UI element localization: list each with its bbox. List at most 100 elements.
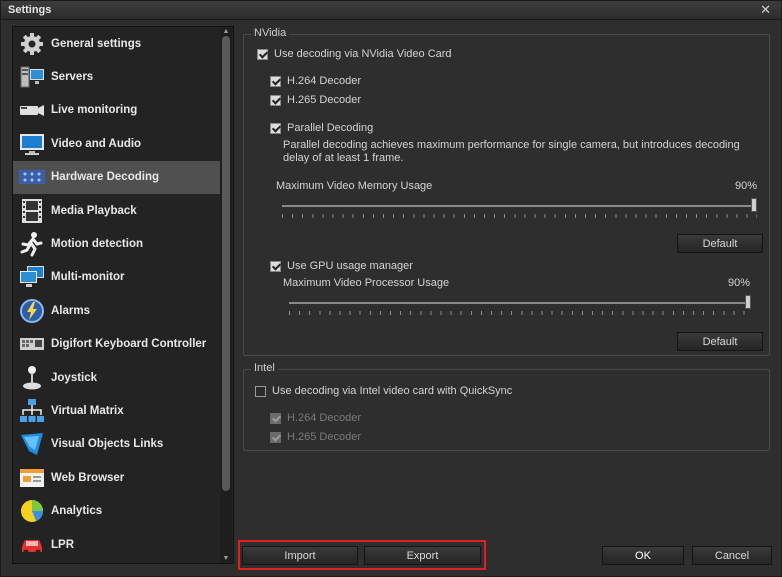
default-processor-button[interactable]: Default — [677, 332, 763, 351]
sidebar-item-label: Visual Objects Links — [51, 438, 164, 451]
sidebar-item-media-playback[interactable]: Media Playback — [13, 194, 221, 227]
gpu-manager-checkbox[interactable]: Use GPU usage manager — [270, 260, 413, 272]
sidebar-item-servers[interactable]: Servers — [13, 60, 221, 93]
slider-ticks — [289, 311, 751, 315]
scroll-up-icon[interactable]: ▲ — [221, 28, 231, 35]
sidebar-item-label: Analytics — [51, 505, 103, 518]
intel-h264-checkbox: H.264 Decoder — [270, 412, 361, 424]
sidebar-item-joystick[interactable]: Joystick — [13, 361, 221, 394]
sidebar-item-digifort-keyboard-controller[interactable]: Digifort Keyboard Controller — [13, 328, 221, 361]
cancel-button[interactable]: Cancel — [692, 546, 772, 565]
sidebar-item-motion-detection[interactable]: Motion detection — [13, 227, 221, 260]
pie-chart-icon — [19, 498, 45, 524]
car-icon — [19, 532, 45, 558]
intel-use-decoding-label: Use decoding via Intel video card with Q… — [272, 385, 513, 397]
checkbox-box — [270, 412, 281, 424]
default-memory-button[interactable]: Default — [677, 234, 763, 253]
sidebar-item-label: Alarms — [51, 304, 90, 317]
sidebar-item-multi-monitor[interactable]: Multi-monitor — [13, 261, 221, 294]
nvidia-parallel-label: Parallel Decoding — [287, 122, 374, 134]
sidebar-item-label: Digifort Keyboard Controller — [51, 338, 207, 351]
servers-icon — [19, 64, 45, 90]
monitor-icon — [19, 131, 45, 157]
network-icon — [19, 398, 45, 424]
checkbox-box[interactable] — [270, 122, 281, 134]
sidebar-list: General settings Servers Live monitoring Vi… — [13, 27, 221, 561]
close-icon[interactable]: ✕ — [760, 2, 771, 18]
running-person-icon — [19, 231, 45, 257]
sidebar-item-analytics[interactable]: Analytics — [13, 494, 221, 527]
scroll-down-icon[interactable]: ▼ — [221, 555, 231, 562]
slider-track — [289, 302, 751, 304]
multi-monitor-icon — [19, 264, 45, 290]
nvidia-use-decoding-checkbox[interactable]: Use decoding via NVidia Video Card — [257, 48, 452, 60]
sidebar-item-general-settings[interactable]: General settings — [13, 27, 221, 60]
intel-h265-checkbox: H.265 Decoder — [270, 431, 361, 443]
window-title: Settings — [8, 4, 52, 16]
processor-usage-slider[interactable] — [289, 295, 751, 317]
camera-icon — [19, 97, 45, 123]
keyboard-icon — [19, 331, 45, 357]
intel-use-decoding-checkbox[interactable]: Use decoding via Intel video card with Q… — [255, 385, 512, 397]
export-button[interactable]: Export — [364, 546, 481, 565]
sidebar-item-label: Virtual Matrix — [51, 404, 124, 417]
sidebar-item-alarms[interactable]: Alarms — [13, 294, 221, 327]
sidebar-item-label: Live monitoring — [51, 104, 138, 117]
sidebar-item-label: LPR — [51, 538, 74, 551]
sidebar-item-lpr[interactable]: LPR — [13, 528, 221, 561]
sidebar-item-label: General settings — [51, 37, 142, 50]
nvidia-h265-label: H.265 Decoder — [287, 94, 361, 106]
checkbox-box — [270, 431, 281, 443]
sidebar-scrollbar[interactable]: ▲ ▼ — [220, 28, 232, 562]
sidebar-item-label: Video and Audio — [51, 137, 142, 150]
gpu-manager-label: Use GPU usage manager — [287, 260, 413, 272]
checkbox-box[interactable] — [270, 260, 281, 272]
slider-thumb[interactable] — [745, 295, 751, 309]
nvidia-h264-label: H.264 Decoder — [287, 75, 361, 87]
intel-legend: Intel — [251, 362, 278, 374]
slider-track — [282, 205, 757, 207]
slider-thumb[interactable] — [751, 198, 757, 212]
checkbox-box[interactable] — [255, 385, 266, 397]
sidebar-item-label: Joystick — [51, 371, 98, 384]
nvidia-use-decoding-label: Use decoding via NVidia Video Card — [274, 48, 452, 60]
chip-icon — [19, 164, 45, 190]
memory-usage-slider[interactable] — [282, 198, 757, 220]
nvidia-legend: NVidia — [251, 27, 290, 39]
checkbox-box[interactable] — [257, 48, 268, 60]
nvidia-h265-checkbox[interactable]: H.265 Decoder — [270, 94, 361, 106]
sidebar-item-virtual-matrix[interactable]: Virtual Matrix — [13, 394, 221, 427]
nvidia-group: NVidia Use decoding via NVidia Video Car… — [243, 27, 770, 356]
joystick-icon — [19, 365, 45, 391]
ok-button[interactable]: OK — [602, 546, 684, 565]
nvidia-h264-checkbox[interactable]: H.264 Decoder — [270, 75, 361, 87]
processor-usage-value: 90% — [727, 277, 750, 289]
slider-ticks — [282, 214, 757, 218]
alarm-bolt-icon — [19, 298, 45, 324]
film-icon — [19, 198, 45, 224]
sidebar-item-label: Servers — [51, 71, 94, 84]
gear-icon — [19, 31, 45, 57]
memory-usage-label: Maximum Video Memory Usage — [276, 180, 433, 192]
nvidia-parallel-checkbox[interactable]: Parallel Decoding — [270, 122, 373, 134]
link-shield-icon — [19, 431, 45, 457]
sidebar-item-web-browser[interactable]: Web Browser — [13, 461, 221, 494]
scroll-thumb[interactable] — [222, 36, 230, 491]
sidebar-item-live-monitoring[interactable]: Live monitoring — [13, 94, 221, 127]
sidebar-item-video-and-audio[interactable]: Video and Audio — [13, 127, 221, 160]
checkbox-box[interactable] — [270, 75, 281, 87]
memory-usage-value: 90% — [734, 180, 757, 192]
checkbox-box[interactable] — [270, 94, 281, 106]
settings-window: Settings ✕ General settings Servers Live m… — [0, 0, 782, 577]
intel-h265-label: H.265 Decoder — [287, 431, 361, 443]
parallel-description: Parallel decoding achieves maximum perfo… — [283, 139, 740, 164]
sidebar-item-hardware-decoding[interactable]: Hardware Decoding — [13, 160, 221, 194]
intel-h264-label: H.264 Decoder — [287, 412, 361, 424]
browser-icon — [19, 465, 45, 491]
import-button[interactable]: Import — [242, 546, 358, 565]
sidebar-item-label: Web Browser — [51, 471, 125, 484]
sidebar-item-label: Multi-monitor — [51, 271, 125, 284]
processor-usage-label: Maximum Video Processor Usage — [283, 277, 450, 289]
sidebar-item-visual-objects-links[interactable]: Visual Objects Links — [13, 428, 221, 461]
sidebar-item-label: Motion detection — [51, 238, 143, 251]
